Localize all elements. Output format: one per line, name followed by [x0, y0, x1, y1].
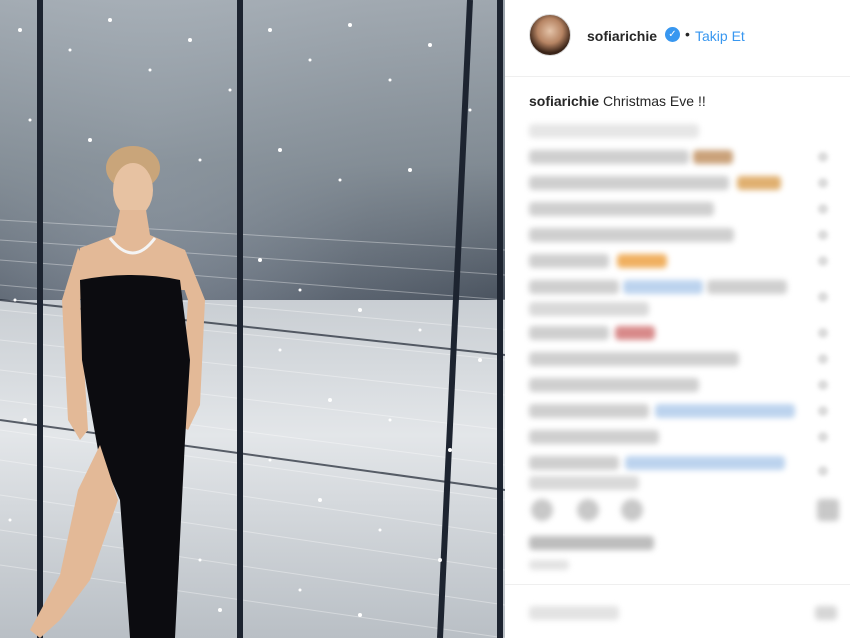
blurred-comment [529, 150, 689, 164]
profile-avatar[interactable] [529, 14, 571, 56]
add-comment-input[interactable] [529, 606, 619, 620]
blurred-comment [529, 430, 659, 444]
blurred-emoji [737, 176, 781, 190]
caption-username[interactable]: sofiarichie [529, 93, 599, 109]
comment-like-icon[interactable] [818, 466, 828, 476]
caption-text: Christmas Eve !! [603, 93, 706, 109]
post-header: sofiarichie ✓ • Takip Et [505, 0, 850, 77]
comment-like-icon[interactable] [818, 354, 828, 364]
comments-list-blurred [505, 116, 850, 638]
blurred-emoji [693, 150, 733, 164]
comment-like-icon[interactable] [818, 292, 828, 302]
blurred-like-count [529, 536, 654, 550]
blurred-comment [529, 228, 734, 242]
comment-like-icon[interactable] [818, 406, 828, 416]
blurred-comment [529, 404, 649, 418]
comment-like-icon[interactable] [818, 204, 828, 214]
header-username[interactable]: sofiarichie [587, 28, 657, 44]
comment-like-icon[interactable] [818, 230, 828, 240]
comment-like-icon[interactable] [818, 152, 828, 162]
post-photo[interactable] [0, 0, 505, 638]
blurred-mention [625, 456, 785, 470]
verified-badge-icon: ✓ [665, 27, 680, 42]
comment-icon[interactable] [577, 499, 599, 521]
post-caption: sofiarichie Christmas Eve !! [529, 93, 706, 109]
comment-like-icon[interactable] [818, 178, 828, 188]
blurred-comment [707, 280, 787, 294]
blurred-comment [529, 254, 609, 268]
blurred-comment [529, 378, 699, 392]
photo-person [30, 146, 205, 638]
blurred-comment [529, 302, 649, 316]
blurred-mention [655, 404, 795, 418]
blurred-emoji [615, 326, 655, 340]
save-bookmark-icon[interactable] [817, 499, 839, 521]
post-comment-button[interactable] [815, 606, 837, 620]
blurred-comment [529, 326, 609, 340]
share-icon[interactable] [621, 499, 643, 521]
blurred-comment [529, 124, 699, 138]
follow-button[interactable]: Takip Et [695, 28, 745, 44]
comment-like-icon[interactable] [818, 256, 828, 266]
blurred-emoji [617, 254, 667, 268]
comment-like-icon[interactable] [818, 432, 828, 442]
blurred-comment [529, 456, 619, 470]
like-icon[interactable] [531, 499, 553, 521]
comment-like-icon[interactable] [818, 380, 828, 390]
blurred-comment [529, 352, 739, 366]
post-sidebar: sofiarichie ✓ • Takip Et sofiarichie Chri… [505, 0, 850, 638]
blurred-comment [529, 176, 729, 190]
blurred-comment [529, 202, 714, 216]
blurred-timestamp [529, 560, 569, 570]
header-separator: • [685, 26, 690, 42]
comment-input-divider [505, 584, 850, 585]
blurred-mention [623, 280, 703, 294]
blurred-comment [529, 280, 619, 294]
comment-like-icon[interactable] [818, 328, 828, 338]
blurred-comment [529, 476, 639, 490]
